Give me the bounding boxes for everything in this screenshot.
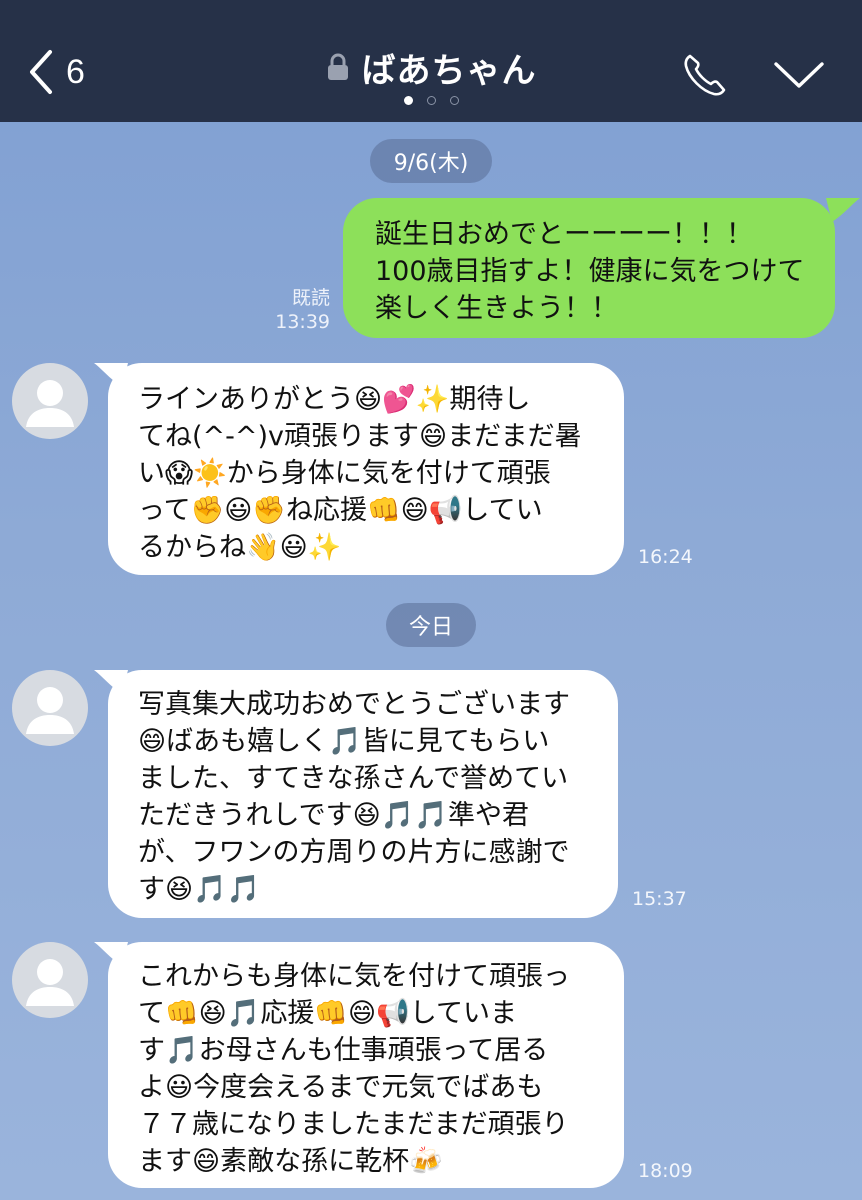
chevron-down-icon[interactable] [772, 58, 826, 92]
received-message-bubble[interactable]: 写真集大成功おめでとうございます 😄ばあも嬉しく🎵皆に見てもらい ました、すてき… [108, 670, 618, 918]
avatar[interactable] [12, 942, 88, 1018]
received-message-bubble[interactable]: これからも身体に気を付けて頑張っ て👊😆🎵応援👊😄📢していま す🎵お母さんも仕事… [108, 942, 624, 1188]
message-meta: 既読 13:39 [270, 286, 330, 334]
chat-title-bar[interactable]: ばあちゃん [0, 42, 862, 92]
message-time: 15:37 [632, 888, 687, 910]
page-indicator [0, 96, 862, 105]
lock-icon [327, 53, 348, 80]
sent-message-bubble[interactable]: 誕生日おめでとーーーー！！！ 100歳目指すよ！健康に気をつけて 楽しく生きよう… [343, 198, 835, 338]
message-time: 16:24 [638, 546, 693, 568]
phone-icon[interactable] [680, 50, 730, 100]
page-dot [449, 96, 459, 105]
page-dot [426, 96, 436, 105]
default-avatar-icon [26, 959, 74, 1006]
avatar[interactable] [12, 670, 88, 746]
default-avatar-icon [26, 687, 74, 734]
date-separator: 9/6(木) [370, 139, 492, 183]
chat-title: ばあちゃん [361, 50, 537, 91]
chat-screen: 6 ばあちゃん 9/6(木) 誕生日おめでとーーーー！！！ 100歳目指すよ！健… [0, 0, 862, 1200]
date-separator: 今日 [386, 603, 476, 647]
bubble-tail [826, 198, 860, 222]
message-time: 13:39 [275, 311, 330, 333]
received-message-bubble[interactable]: ラインありがとう😆💕✨期待し てね(^-^)v頑張ります😄まだまだ暑 い😱☀️か… [108, 363, 624, 575]
chat-header: 6 ばあちゃん [0, 0, 862, 122]
read-receipt: 既読 [291, 287, 330, 309]
message-time: 18:09 [638, 1160, 693, 1182]
default-avatar-icon [26, 380, 74, 427]
avatar[interactable] [12, 363, 88, 439]
page-dot [403, 96, 413, 105]
